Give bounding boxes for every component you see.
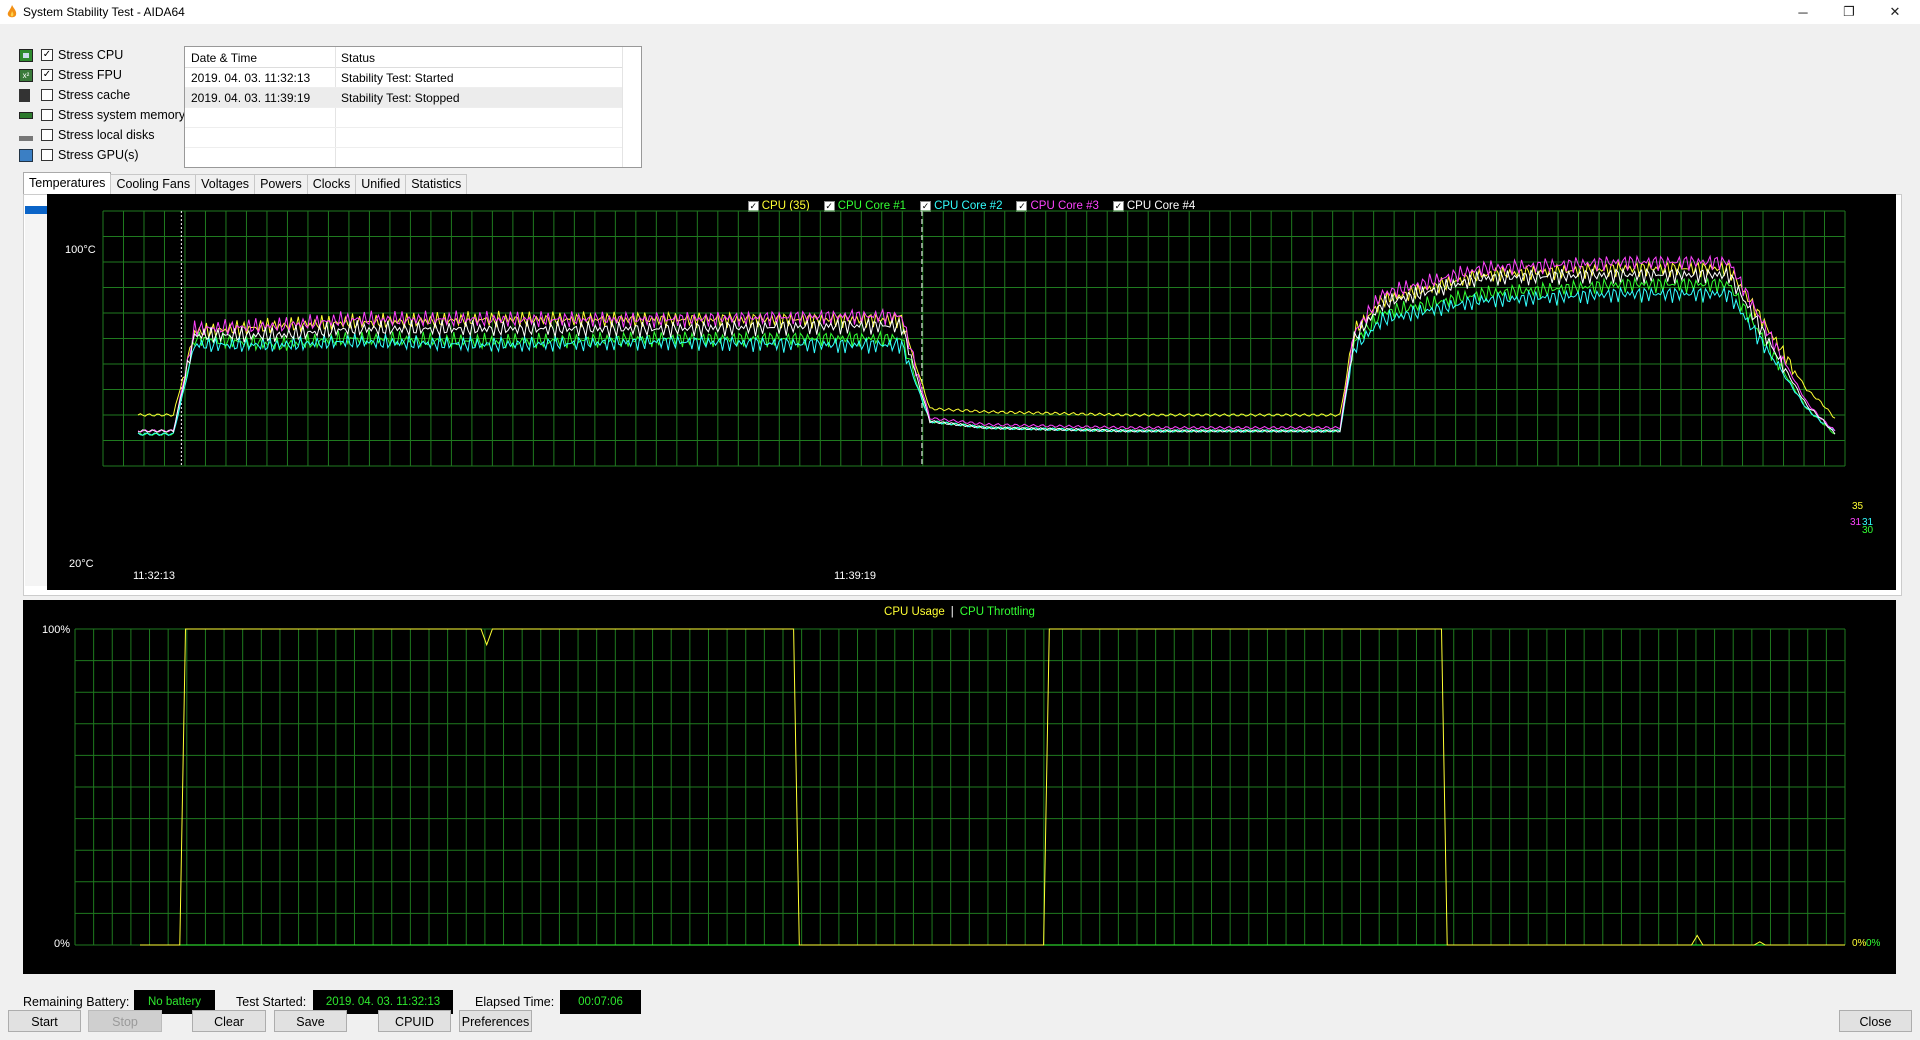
preferences-button[interactable]: Preferences: [459, 1010, 532, 1032]
start-button[interactable]: Start: [8, 1010, 81, 1032]
aida64-flame-icon: [7, 5, 17, 18]
log-col-status[interactable]: Status: [341, 51, 375, 65]
cpuid-button[interactable]: CPUID: [378, 1010, 451, 1032]
log-col-datetime[interactable]: Date & Time: [191, 51, 257, 65]
window-title: System Stability Test - AIDA64: [23, 5, 185, 19]
close-button[interactable]: Close: [1839, 1010, 1912, 1032]
log-header: Date & Time Status: [185, 47, 622, 68]
stress-cpu-label: Stress CPU: [58, 48, 124, 62]
temperature-chart: ✓ CPU (35) ✓ CPU Core #1 ✓ CPU Core #2 ✓ CPU…: [47, 194, 1896, 590]
end-value-core1: 30: [1862, 525, 1874, 536]
memory-icon: [19, 111, 33, 119]
tab-unified[interactable]: Unified: [355, 174, 407, 194]
stress-cache-checkbox[interactable]: [41, 89, 53, 101]
maximize-button[interactable]: ❐: [1826, 0, 1872, 24]
log-row-empty: [185, 108, 622, 128]
stress-cpu-checkbox[interactable]: ✓: [41, 49, 53, 61]
log-row[interactable]: 2019. 04. 03. 11:39:19 Stability Test: S…: [185, 88, 622, 108]
tab-temperatures[interactable]: Temperatures: [23, 172, 112, 194]
minimize-button[interactable]: ─: [1780, 0, 1826, 24]
tab-clocks[interactable]: Clocks: [306, 174, 357, 194]
stress-cache-option[interactable]: Stress cache: [19, 86, 130, 104]
log-right-divider: [622, 47, 623, 167]
end-usage-value: 0%: [1852, 938, 1867, 949]
status-log-table[interactable]: Date & Time Status 2019. 04. 03. 11:32:1…: [184, 46, 642, 168]
stress-gpu-label: Stress GPU(s): [58, 148, 139, 162]
tab-cooling-fans[interactable]: Cooling Fans: [110, 174, 197, 194]
close-window-button[interactable]: ✕: [1872, 0, 1918, 24]
elapsed-label: Elapsed Time:: [475, 995, 555, 1009]
log-row[interactable]: 2019. 04. 03. 11:32:13 Stability Test: S…: [185, 68, 622, 88]
stress-memory-option[interactable]: Stress system memory: [19, 106, 185, 124]
stress-disks-label: Stress local disks: [58, 128, 155, 142]
stress-memory-checkbox[interactable]: [41, 109, 53, 121]
clear-button[interactable]: Clear: [192, 1010, 266, 1032]
end-value-cpu: 35: [1852, 501, 1864, 512]
sensor-scroll-thumb[interactable]: [25, 206, 47, 214]
tab-statistics[interactable]: Statistics: [405, 174, 468, 194]
temp-series-line: [137, 260, 1836, 419]
disk-icon: [19, 135, 33, 141]
tab-powers[interactable]: Powers: [254, 174, 308, 194]
stress-disks-option[interactable]: Stress local disks: [19, 126, 155, 144]
cpu-icon: [19, 48, 33, 62]
log-row-empty: [185, 128, 622, 148]
log-datetime: 2019. 04. 03. 11:32:13: [191, 71, 311, 85]
stress-fpu-checkbox[interactable]: ✓: [41, 69, 53, 81]
elapsed-value: 00:07:06: [560, 990, 641, 1014]
save-button[interactable]: Save: [274, 1010, 347, 1032]
stress-gpu-option[interactable]: Stress GPU(s): [19, 146, 139, 164]
test-started-label: Test Started:: [236, 995, 307, 1009]
stress-fpu-label: Stress FPU: [58, 68, 122, 82]
stress-cpu-option[interactable]: ✓ Stress CPU: [19, 46, 123, 64]
temp-series-line: [137, 266, 1836, 435]
title-bar: System Stability Test - AIDA64 ─ ❐ ✕: [0, 0, 1920, 24]
stress-memory-label: Stress system memory: [58, 108, 186, 122]
stress-cache-label: Stress cache: [58, 88, 131, 102]
cpu-usage-chart: CPU Usage | CPU Throttling 100% 0% 0% 0%: [23, 600, 1896, 974]
cache-icon: [19, 88, 30, 102]
temp-series-line: [137, 285, 1836, 436]
log-status: Stability Test: Started: [341, 71, 454, 85]
end-throttle-value: 0%: [1866, 938, 1881, 949]
stress-gpu-checkbox[interactable]: [41, 149, 53, 161]
log-status: Stability Test: Stopped: [341, 91, 460, 105]
end-value-core3: 31: [1850, 517, 1862, 528]
temperature-plot: [102, 210, 1846, 467]
fpu-icon: x²: [19, 68, 33, 82]
gpu-icon: [19, 148, 33, 162]
battery-label: Remaining Battery:: [23, 995, 130, 1009]
stress-fpu-option[interactable]: x² ✓ Stress FPU: [19, 66, 122, 84]
tab-voltages[interactable]: Voltages: [195, 174, 256, 194]
window-client: ✓ Stress CPU x² ✓ Stress FPU Stress cach…: [0, 24, 1920, 1040]
stop-button[interactable]: Stop: [88, 1010, 162, 1032]
chart-tabs: Temperatures Cooling Fans Voltages Power…: [23, 172, 468, 194]
usage-plot: [74, 628, 1846, 946]
stress-disks-checkbox[interactable]: [41, 129, 53, 141]
log-datetime: 2019. 04. 03. 11:39:19: [191, 91, 311, 105]
sensor-scrollbar[interactable]: [25, 206, 47, 586]
